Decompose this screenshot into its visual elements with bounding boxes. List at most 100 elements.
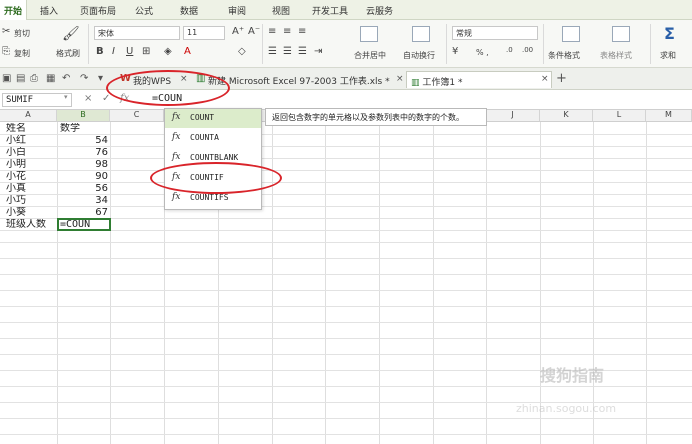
tab-excel-file[interactable]: 新建 Microsoft Excel 97-2003 工作表.xls *: [208, 71, 390, 88]
align-bottom-icon[interactable]: ≡: [298, 26, 306, 37]
toolbar-divider: [262, 24, 263, 64]
new-tab-icon[interactable]: +: [556, 71, 567, 86]
number-format-select[interactable]: 常规: [452, 26, 538, 40]
redo-icon[interactable]: ↷: [80, 73, 88, 84]
cell-b6[interactable]: 56: [58, 183, 108, 195]
menu-tab-insert[interactable]: 插入: [40, 4, 58, 17]
annotation-circle-formula: [106, 70, 230, 106]
align-middle-icon[interactable]: ≡: [283, 26, 291, 37]
spreadsheet-grid[interactable]: A B C D E F G H I J K L M 姓名 数学 小红 54 小白…: [0, 110, 692, 444]
align-top-icon[interactable]: ≡: [268, 26, 276, 37]
menu-tab-developer[interactable]: 开发工具: [312, 4, 348, 17]
menu-tab-data[interactable]: 数据: [180, 4, 198, 17]
cell-a4[interactable]: 小明: [6, 159, 56, 171]
font-shrink-icon[interactable]: A⁻: [248, 26, 260, 37]
cut-button[interactable]: 剪切: [14, 28, 30, 39]
export-icon[interactable]: ▦: [46, 73, 55, 84]
name-box[interactable]: SUMIF: [2, 93, 72, 107]
cell-a2[interactable]: 小红: [6, 135, 56, 147]
menu-tab-page-layout[interactable]: 页面布局: [80, 4, 116, 17]
cell-b2[interactable]: 54: [58, 135, 108, 147]
function-icon: fx: [172, 112, 181, 122]
conditional-format-button[interactable]: 条件格式: [548, 50, 580, 61]
fill-color-icon[interactable]: ◈: [164, 46, 172, 57]
percent-button[interactable]: % ,: [476, 48, 489, 57]
column-header-k[interactable]: K: [540, 110, 593, 122]
format-painter-button[interactable]: 格式刷: [56, 48, 80, 59]
cell-a9[interactable]: 班级人数: [6, 219, 56, 231]
align-center-icon[interactable]: ☰: [283, 46, 292, 57]
copy-icon[interactable]: ⎘: [2, 46, 10, 57]
menu-tab-review[interactable]: 审阅: [228, 4, 246, 17]
annotation-circle-countif: [150, 162, 282, 194]
bold-icon[interactable]: B: [96, 46, 104, 57]
wrap-text-button[interactable]: 自动换行: [403, 50, 435, 61]
close-icon[interactable]: ×: [396, 74, 404, 84]
copy-button[interactable]: 复制: [14, 48, 30, 59]
italic-icon[interactable]: I: [112, 46, 115, 57]
column-header-b[interactable]: B: [57, 110, 110, 122]
column-header-a[interactable]: A: [0, 110, 57, 122]
tab-workbook1[interactable]: ▥ 工作簿1 *: [406, 71, 552, 88]
cell-a5[interactable]: 小花: [6, 171, 56, 183]
cell-a7[interactable]: 小巧: [6, 195, 56, 207]
chevron-down-icon[interactable]: ▾: [64, 93, 68, 101]
cell-b5[interactable]: 90: [58, 171, 108, 183]
row-gridline: [0, 418, 692, 419]
column-header-c[interactable]: C: [110, 110, 164, 122]
autocomplete-item-count[interactable]: fx COUNT: [165, 109, 261, 128]
sum-icon[interactable]: Σ: [664, 24, 675, 43]
table-style-icon[interactable]: [612, 26, 630, 42]
cell-a6[interactable]: 小真: [6, 183, 56, 195]
cell-b1[interactable]: 数学: [60, 123, 108, 135]
menu-tab-view[interactable]: 视图: [272, 4, 290, 17]
font-size-select[interactable]: 11: [183, 26, 225, 40]
cell-b3[interactable]: 76: [58, 147, 108, 159]
format-painter-icon[interactable]: 🖌: [62, 26, 80, 42]
wrap-text-icon[interactable]: [412, 26, 430, 42]
function-autocomplete-list[interactable]: fx COUNT fx COUNTA fx COUNTBLANK fx COUN…: [164, 108, 262, 210]
menu-tab-formulas[interactable]: 公式: [135, 4, 153, 17]
font-grow-icon[interactable]: A⁺: [232, 26, 244, 37]
merge-center-button[interactable]: 合并居中: [354, 50, 386, 61]
print-preview-icon[interactable]: ▤: [16, 73, 25, 84]
cell-a8[interactable]: 小葵: [6, 207, 56, 219]
cell-b7[interactable]: 34: [58, 195, 108, 207]
currency-icon[interactable]: ¥: [452, 46, 458, 57]
decrease-decimal-icon[interactable]: .00: [522, 46, 533, 54]
column-header-j[interactable]: J: [486, 110, 540, 122]
column-header-l[interactable]: L: [593, 110, 646, 122]
border-icon[interactable]: ⊞: [142, 46, 150, 57]
conditional-format-icon[interactable]: [562, 26, 580, 42]
align-right-icon[interactable]: ☰: [298, 46, 307, 57]
indent-icon[interactable]: ⇥: [314, 46, 322, 57]
function-icon: fx: [172, 192, 181, 202]
sum-button[interactable]: 求和: [660, 50, 676, 61]
font-name-select[interactable]: 宋体: [94, 26, 180, 40]
menu-tab-cloud[interactable]: 云服务: [366, 4, 393, 17]
underline-icon[interactable]: U: [126, 46, 133, 57]
menu-tab-home[interactable]: 开始: [0, 0, 28, 20]
cell-b4[interactable]: 98: [58, 159, 108, 171]
table-style-button[interactable]: 表格样式: [600, 50, 632, 61]
print-icon[interactable]: ⎙: [30, 73, 38, 84]
merge-center-icon[interactable]: [360, 26, 378, 42]
cut-icon[interactable]: ✂: [2, 26, 10, 37]
cell-a1[interactable]: 姓名: [6, 123, 56, 135]
close-icon[interactable]: ×: [541, 74, 549, 84]
clear-format-icon[interactable]: ◇: [238, 46, 246, 57]
align-left-icon[interactable]: ☰: [268, 46, 277, 57]
row-gridline: [0, 306, 692, 307]
dropdown-icon[interactable]: ▾: [98, 73, 103, 84]
cancel-formula-icon[interactable]: ×: [84, 93, 92, 104]
autocomplete-item-counta[interactable]: fx COUNTA: [165, 129, 261, 148]
undo-icon[interactable]: ↶: [62, 73, 70, 84]
column-header-m[interactable]: M: [646, 110, 692, 122]
save-icon[interactable]: ▣: [2, 73, 11, 84]
ribbon-toolbar: ✂ 剪切 ⎘ 复制 🖌 格式刷 宋体 11 A⁺ A⁻ B I U ⊞ ◈ A …: [0, 20, 692, 68]
cell-a3[interactable]: 小白: [6, 147, 56, 159]
increase-decimal-icon[interactable]: .0: [506, 46, 513, 54]
font-color-icon[interactable]: A: [184, 46, 191, 57]
accept-formula-icon[interactable]: ✓: [102, 93, 110, 104]
toolbar-divider: [88, 24, 89, 64]
